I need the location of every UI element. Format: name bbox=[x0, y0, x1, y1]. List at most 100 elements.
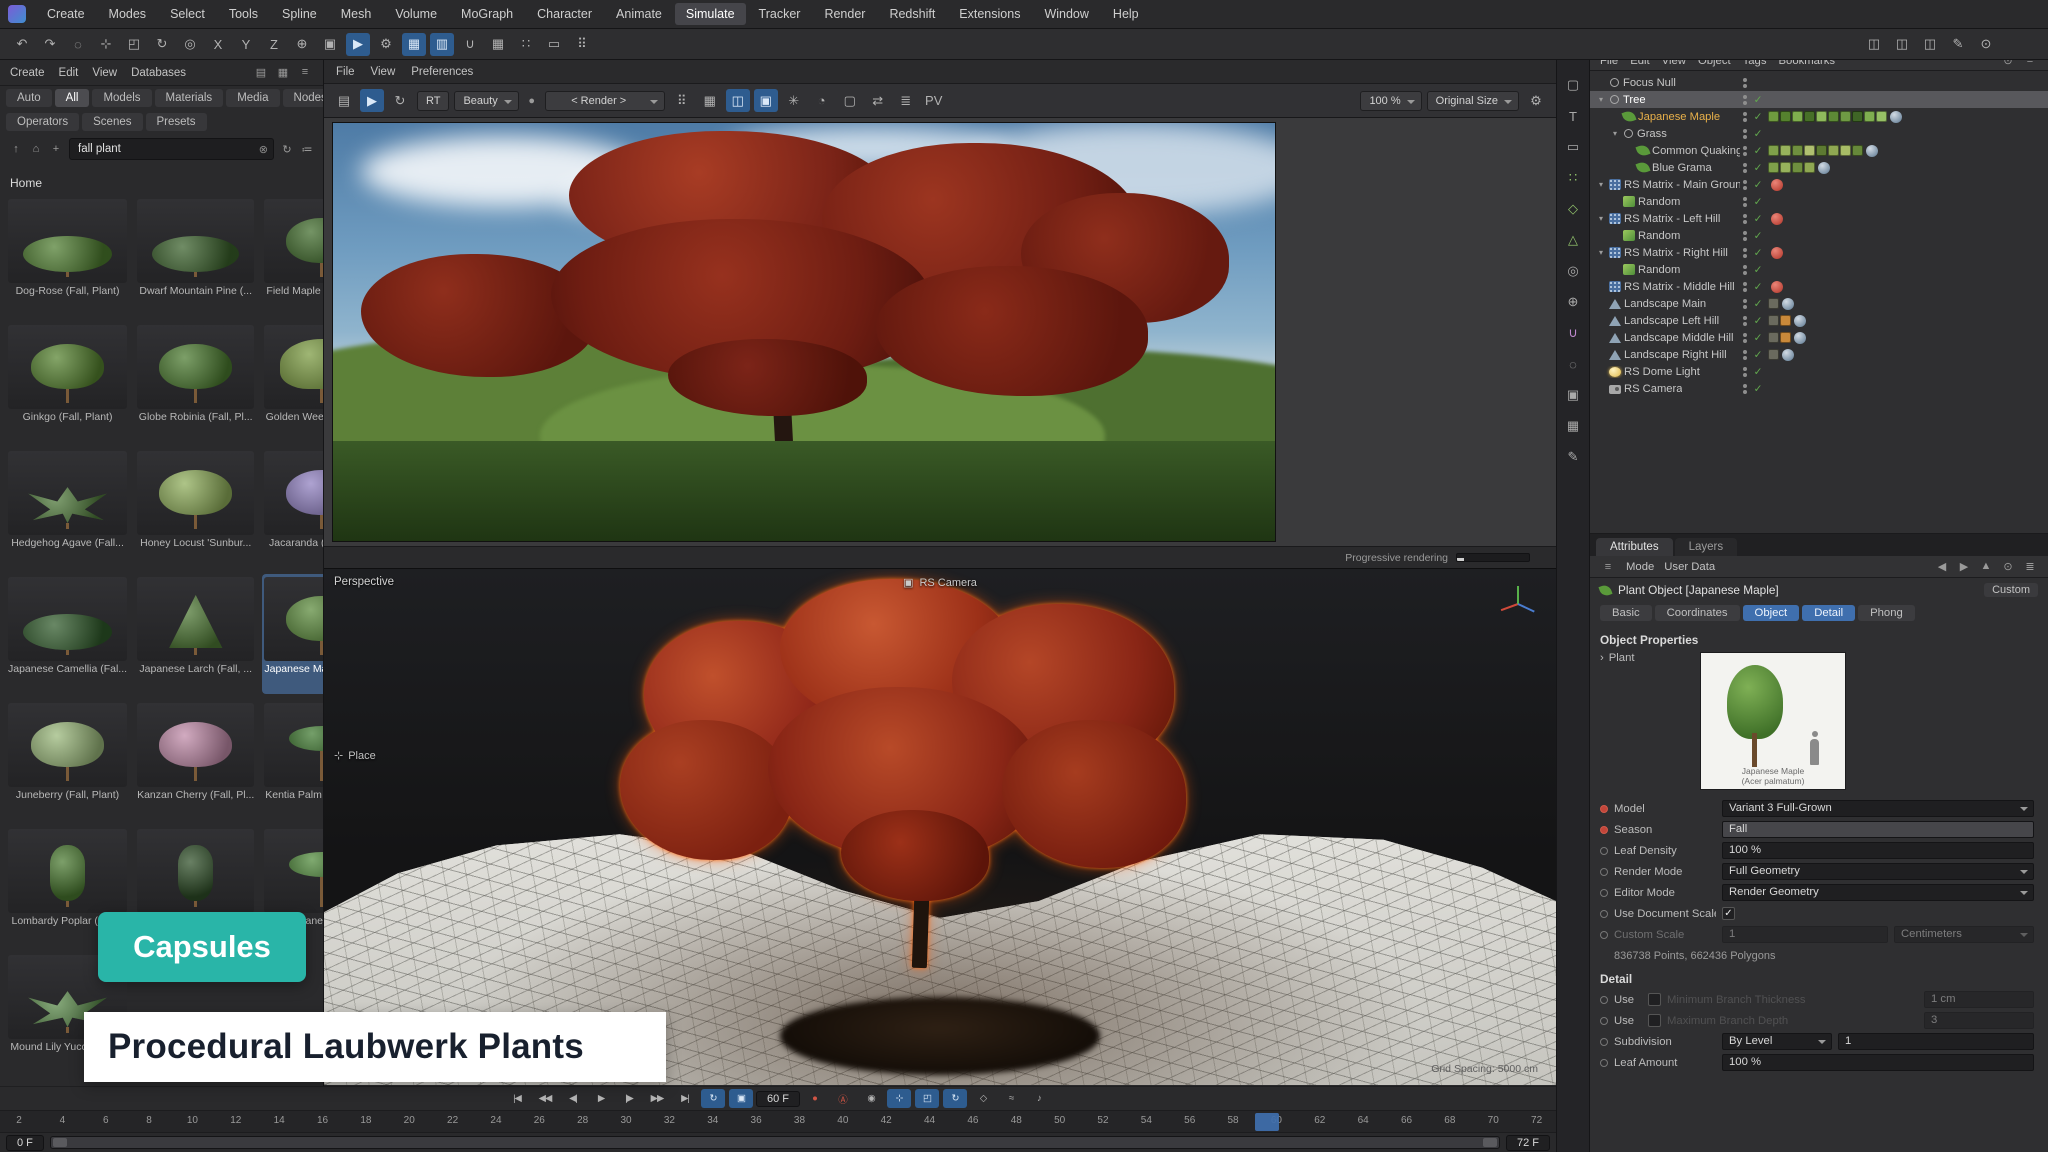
grid-icon[interactable]: ▦ bbox=[698, 89, 722, 112]
material-swatch-icon[interactable] bbox=[1816, 145, 1827, 156]
restart-render-icon[interactable]: ↻ bbox=[388, 89, 412, 112]
visibility-dots[interactable] bbox=[1740, 367, 1750, 377]
material-swatch-icon[interactable] bbox=[1768, 298, 1779, 309]
enabled-check-icon[interactable]: ✓ bbox=[1750, 315, 1766, 327]
attribute-section-tab[interactable]: Object bbox=[1743, 605, 1800, 621]
camera-mode-icon[interactable]: ▣ bbox=[1561, 384, 1585, 406]
timeline-tick[interactable]: 8 bbox=[140, 1115, 158, 1126]
last-tool-icon[interactable]: ◎ bbox=[178, 33, 202, 56]
visibility-dots[interactable] bbox=[1740, 316, 1750, 326]
timeline-tick[interactable]: 54 bbox=[1137, 1115, 1155, 1126]
phong-tag-icon[interactable] bbox=[1782, 349, 1794, 361]
record-pla-button[interactable]: ≈ bbox=[999, 1089, 1023, 1108]
keyframe-dot-icon[interactable] bbox=[1600, 889, 1608, 897]
attribute-value[interactable]: 100 % bbox=[1722, 842, 2034, 859]
timeline-tick[interactable]: 68 bbox=[1441, 1115, 1459, 1126]
timeline-tick[interactable]: 12 bbox=[227, 1115, 245, 1126]
redshift-tag-icon[interactable] bbox=[1771, 179, 1783, 191]
keyframe-dot-icon[interactable] bbox=[1600, 826, 1608, 834]
layers-icon[interactable]: ≣ bbox=[894, 89, 918, 112]
timeline-tick[interactable]: 52 bbox=[1094, 1115, 1112, 1126]
redshift-tag-icon[interactable] bbox=[1771, 281, 1783, 293]
menu-item[interactable]: Modes bbox=[98, 3, 158, 25]
model-mode-icon[interactable]: ▢ bbox=[1561, 74, 1585, 96]
enabled-check-icon[interactable]: ✓ bbox=[1750, 213, 1766, 225]
render-settings-gear-icon[interactable]: ⚙ bbox=[1524, 89, 1548, 112]
record-scale-button[interactable]: ◰ bbox=[915, 1089, 939, 1108]
object-row[interactable]: ▾ Grass ✓ bbox=[1590, 125, 2048, 142]
axis-z-lock-icon[interactable]: Z bbox=[262, 33, 286, 56]
visibility-dots[interactable] bbox=[1740, 163, 1750, 173]
layout-standard-icon[interactable]: ◫ bbox=[1862, 33, 1886, 56]
phong-tag-icon[interactable] bbox=[1794, 332, 1806, 344]
scale-tool-icon[interactable]: ◰ bbox=[122, 33, 146, 56]
snapshot-icon[interactable]: ▤ bbox=[332, 89, 356, 112]
timeline-tick[interactable]: 16 bbox=[314, 1115, 332, 1126]
plant-property-label[interactable]: › Plant bbox=[1600, 652, 1696, 664]
material-swatch-icon[interactable] bbox=[1828, 145, 1839, 156]
material-swatch-icon[interactable] bbox=[1852, 145, 1863, 156]
phong-tag-icon[interactable] bbox=[1782, 298, 1794, 310]
viewport-camera-label[interactable]: ▣ RS Camera bbox=[903, 576, 977, 589]
material-swatch-icon[interactable] bbox=[1864, 111, 1875, 122]
object-row[interactable]: Landscape Left Hill ✓ bbox=[1590, 312, 2048, 329]
zoom-dropdown[interactable]: 100 % bbox=[1360, 91, 1421, 111]
enabled-check-icon[interactable]: ✓ bbox=[1750, 349, 1766, 361]
search-commander-icon[interactable]: ⊙ bbox=[1974, 33, 1998, 56]
plant-asset[interactable]: Hedgehog Agave (Fall... bbox=[6, 448, 129, 568]
object-row[interactable]: Landscape Main ✓ bbox=[1590, 295, 2048, 312]
object-row[interactable]: Random ✓ bbox=[1590, 261, 2048, 278]
panel-menu-icon[interactable]: ≡ bbox=[297, 66, 313, 79]
rt-button[interactable]: RT bbox=[417, 91, 449, 111]
attribute-value[interactable]: 1 cm bbox=[1924, 991, 2034, 1008]
object-row[interactable]: ▾ Tree ✓ bbox=[1590, 91, 2048, 108]
keyframe-selection-button[interactable]: ◉ bbox=[859, 1089, 883, 1108]
asset-filter-tab[interactable]: Auto bbox=[6, 89, 52, 107]
menu-item[interactable]: Help bbox=[1102, 3, 1150, 25]
asset-filter-tab[interactable]: Scenes bbox=[82, 113, 142, 131]
expand-arrow-icon[interactable]: ▾ bbox=[1610, 129, 1620, 138]
asset-filter-tab[interactable]: Models bbox=[92, 89, 151, 107]
timeline-tick[interactable]: 38 bbox=[790, 1115, 808, 1126]
expander-icon[interactable]: › bbox=[1600, 652, 1604, 664]
search-input[interactable]: fall plant ⊗ bbox=[69, 138, 274, 160]
material-swatch-icon[interactable] bbox=[1804, 162, 1815, 173]
list-view-icon[interactable]: ≔ bbox=[299, 143, 315, 156]
mode-dropdown[interactable]: Mode bbox=[1626, 561, 1654, 573]
visibility-dots[interactable] bbox=[1740, 350, 1750, 360]
material-swatch-icon[interactable] bbox=[1768, 111, 1779, 122]
forward-icon[interactable]: ▶ bbox=[1956, 560, 1972, 573]
visibility-dots[interactable] bbox=[1740, 265, 1750, 275]
layout-dual-icon[interactable]: ◫ bbox=[1890, 33, 1914, 56]
user-data-button[interactable]: User Data bbox=[1664, 561, 1715, 573]
timeline-tick[interactable]: 6 bbox=[97, 1115, 115, 1126]
redshift-tag-icon[interactable] bbox=[1771, 247, 1783, 259]
plant-asset[interactable]: Kanzan Cherry (Fall, Pl... bbox=[135, 700, 256, 820]
attribute-value[interactable]: 1 bbox=[1722, 926, 1888, 943]
asset-filter-tab[interactable]: Presets bbox=[146, 113, 207, 131]
plant-asset[interactable]: Kentia Palm (Fall, Plant) bbox=[262, 700, 323, 820]
plant-asset[interactable]: Dwarf Mountain Pine (... bbox=[135, 196, 256, 316]
loop-mode-button[interactable]: ↻ bbox=[701, 1089, 725, 1108]
material-swatch-icon[interactable] bbox=[1768, 162, 1779, 173]
enabled-check-icon[interactable]: ✓ bbox=[1750, 230, 1766, 242]
menu-item[interactable]: Extensions bbox=[948, 3, 1031, 25]
visibility-dots[interactable] bbox=[1740, 180, 1750, 190]
timeline-tick[interactable]: 72 bbox=[1528, 1115, 1546, 1126]
axis-y-lock-icon[interactable]: Y bbox=[234, 33, 258, 56]
next-key-button[interactable]: ▶▶ bbox=[645, 1089, 669, 1108]
timeline-tick[interactable]: 20 bbox=[400, 1115, 418, 1126]
render-view-menu-item[interactable]: File bbox=[336, 66, 355, 78]
axis-x-lock-icon[interactable]: X bbox=[206, 33, 230, 56]
menu-item[interactable]: Animate bbox=[605, 3, 673, 25]
material-swatch-icon[interactable] bbox=[1780, 111, 1791, 122]
menu-item[interactable]: Simulate bbox=[675, 3, 746, 25]
plant-asset[interactable]: Japanese Maple (Fall, ... bbox=[262, 574, 323, 694]
menu-item[interactable]: Render bbox=[813, 3, 876, 25]
star-icon[interactable]: ✳ bbox=[782, 89, 806, 112]
dither-icon[interactable]: ⠿ bbox=[670, 89, 694, 112]
visibility-dots[interactable] bbox=[1740, 214, 1750, 224]
timeline-tick[interactable]: 4 bbox=[53, 1115, 71, 1126]
enabled-check-icon[interactable]: ✓ bbox=[1750, 145, 1766, 157]
visibility-dots[interactable] bbox=[1740, 95, 1750, 105]
